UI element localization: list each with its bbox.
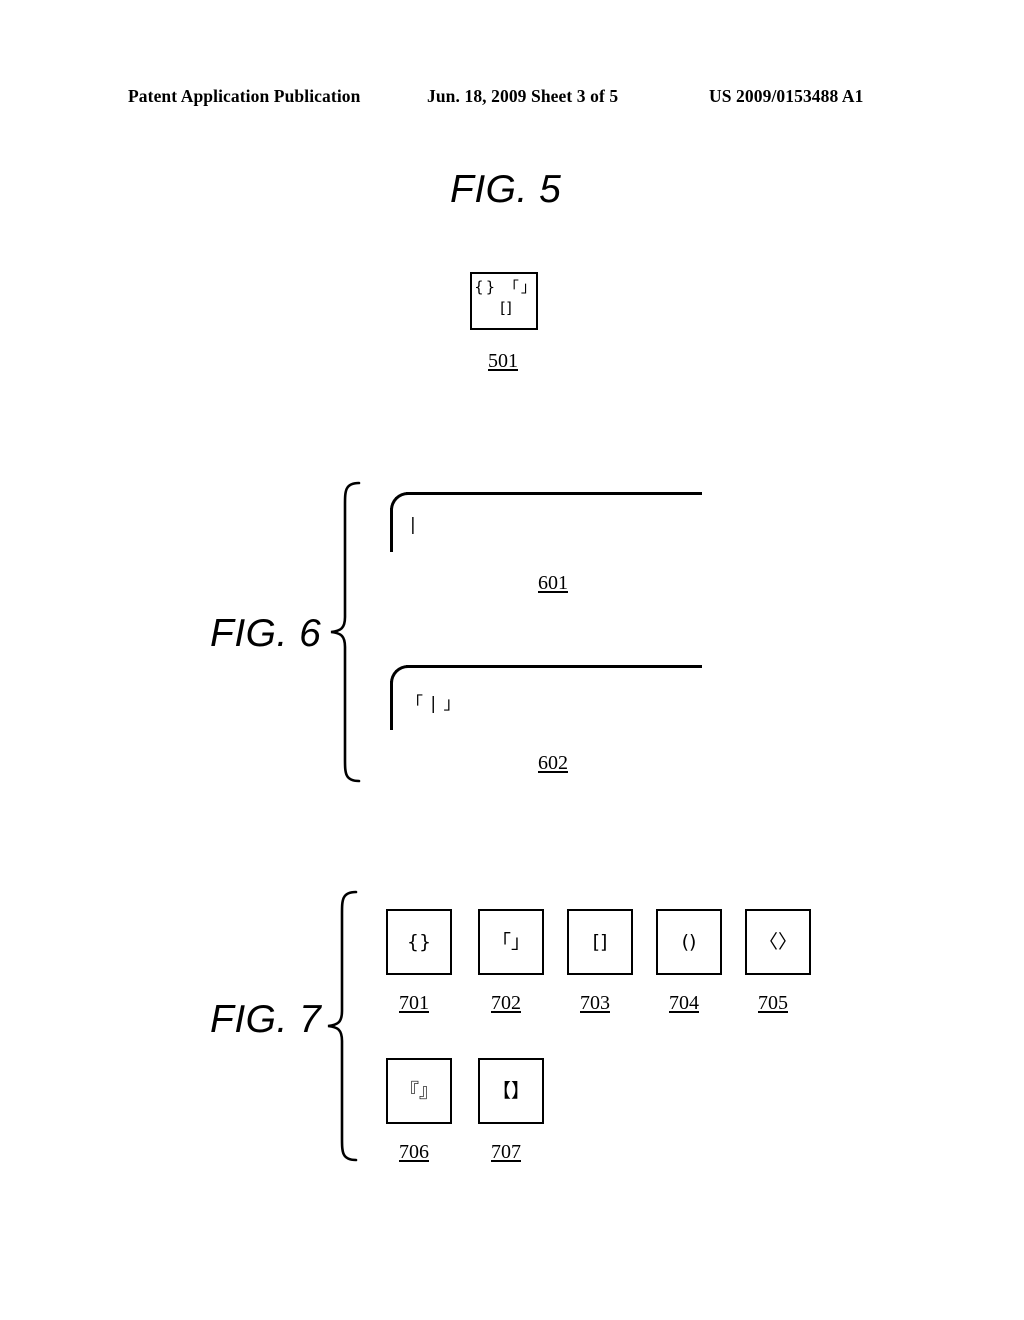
key-704-glyph: () xyxy=(681,930,697,953)
reference-numeral-602: 602 xyxy=(538,752,568,774)
figure-5-label: FIG. 5 xyxy=(450,168,562,211)
figure-7-grouping-brace xyxy=(327,890,358,1162)
window-left-edge xyxy=(390,508,393,552)
reference-numeral-705: 705 xyxy=(758,992,788,1014)
reference-numeral-601: 601 xyxy=(538,572,568,594)
window-top-edge xyxy=(406,665,702,668)
reference-numeral-701: 701 xyxy=(399,992,429,1014)
reference-numeral-707: 707 xyxy=(491,1141,521,1163)
key-703-glyph: [] xyxy=(592,930,608,953)
window-top-edge xyxy=(406,492,702,495)
reference-numeral-706: 706 xyxy=(399,1141,429,1163)
key-702-glyph: 「」 xyxy=(491,930,530,953)
page-header: Patent Application Publication Jun. 18, … xyxy=(0,86,1024,114)
reference-numeral-704: 704 xyxy=(669,992,699,1014)
figure-7-key-705: 〈〉 xyxy=(745,909,811,975)
key-705-glyph: 〈〉 xyxy=(758,930,797,953)
figure-6-label: FIG. 6 xyxy=(210,612,322,655)
figure-5-display-box: {} 「」 [] xyxy=(470,272,538,330)
figure-6-grouping-brace xyxy=(330,481,361,783)
key-706-glyph: 『』 xyxy=(399,1079,438,1102)
figure-6-window-602: 「 | 」 xyxy=(390,665,702,730)
figure-5-bracket-row-1: {} 「」 xyxy=(474,278,538,296)
key-701-glyph: {} xyxy=(406,930,432,953)
figure-7-key-703: [] xyxy=(567,909,633,975)
reference-numeral-703: 703 xyxy=(580,992,610,1014)
window-602-text-content: 「 | 」 xyxy=(406,694,462,714)
reference-numeral-702: 702 xyxy=(491,992,521,1014)
figure-7-key-702: 「」 xyxy=(478,909,544,975)
window-left-edge xyxy=(390,681,393,730)
header-patent-number-text: US 2009/0153488 A1 xyxy=(709,86,864,106)
key-707-glyph: 【】 xyxy=(491,1079,530,1102)
figure-7-key-707: 【】 xyxy=(478,1058,544,1124)
figure-7-key-706: 『』 xyxy=(386,1058,452,1124)
reference-numeral-501: 501 xyxy=(488,350,518,372)
figure-7-label: FIG. 7 xyxy=(210,998,322,1041)
header-publication-text: Patent Application Publication xyxy=(128,86,361,106)
figure-6-window-601: | xyxy=(390,492,702,552)
figure-7-key-701: {} xyxy=(386,909,452,975)
figure-7-key-704: () xyxy=(656,909,722,975)
window-601-text-content: | xyxy=(410,515,417,535)
figure-5-bracket-row-2: [] xyxy=(500,299,512,317)
header-date-sheet-text: Jun. 18, 2009 Sheet 3 of 5 xyxy=(427,86,619,106)
